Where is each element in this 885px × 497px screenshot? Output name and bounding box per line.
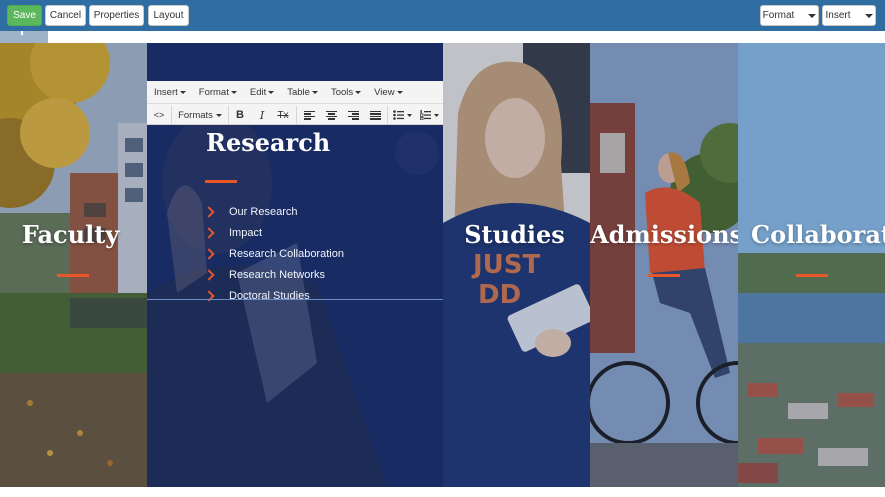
align-right-icon xyxy=(347,110,359,120)
chevron-down-icon xyxy=(311,90,318,94)
formats-dropdown[interactable]: Formats xyxy=(176,107,224,123)
accent-line xyxy=(648,274,680,277)
menu-insert[interactable]: Insert xyxy=(154,87,186,98)
panel-title-admissions: Admissions xyxy=(590,220,738,249)
research-link[interactable]: Our Research xyxy=(203,201,344,222)
layout-button[interactable]: Layout xyxy=(148,5,189,26)
menu-edit[interactable]: Edit xyxy=(250,87,275,98)
menu-view[interactable]: View xyxy=(374,87,403,98)
panel-collaboration[interactable]: Collaboratio xyxy=(738,43,885,487)
research-link[interactable]: Doctoral Studies xyxy=(203,285,344,306)
research-link[interactable]: Impact xyxy=(203,222,344,243)
italic-button[interactable]: I xyxy=(255,107,269,123)
chevron-down-icon xyxy=(230,90,237,94)
properties-button[interactable]: Properties xyxy=(89,5,144,26)
panel-title-collaboration: Collaboratio xyxy=(751,220,885,249)
chevron-down-icon xyxy=(179,90,186,94)
accent-line xyxy=(57,274,89,277)
editor-selection-line xyxy=(147,299,443,300)
toolbar-separator xyxy=(387,106,388,124)
chevron-right-icon xyxy=(203,205,215,218)
research-link[interactable]: Research Networks xyxy=(203,264,344,285)
chevron-down-icon xyxy=(355,90,362,94)
chevron-down-icon xyxy=(268,90,275,94)
editor-format-bar: <> Formats B I Tx xyxy=(147,103,443,125)
panel-title-faculty: Faculty xyxy=(21,220,120,249)
panel-title-studies: Studies xyxy=(464,220,565,249)
chevron-right-icon xyxy=(203,247,215,260)
research-link[interactable]: Research Collaboration xyxy=(203,243,344,264)
panel-overlay xyxy=(443,43,590,487)
research-links: Our Research Impact Research Collaborati… xyxy=(203,201,344,306)
panel-title-research: Research xyxy=(206,128,331,157)
panel-overlay xyxy=(590,43,738,487)
align-right-button[interactable] xyxy=(346,107,360,123)
source-code-button[interactable]: <> xyxy=(152,107,166,123)
accent-line xyxy=(205,180,237,183)
numbered-list-icon xyxy=(420,110,439,120)
clear-format-button[interactable]: Tx xyxy=(276,107,290,123)
chevron-right-icon xyxy=(203,268,215,281)
toolbar-separator xyxy=(296,106,297,124)
panel-studies[interactable]: JUST DD Studies xyxy=(443,43,590,487)
align-left-icon xyxy=(303,110,315,120)
cancel-button[interactable]: Cancel xyxy=(45,5,86,26)
bullet-list-icon xyxy=(393,110,412,120)
align-justify-button[interactable] xyxy=(368,107,382,123)
align-center-icon xyxy=(325,110,337,120)
chevron-down-icon xyxy=(215,113,222,117)
toolbar-separator xyxy=(171,106,172,124)
editor-menubar: Insert Format Edit Table Tools View xyxy=(147,81,443,103)
format-dropdown-label: Format xyxy=(762,10,795,21)
chevron-right-icon xyxy=(203,226,215,239)
inline-editor-toolbar: Insert Format Edit Table Tools View <> F… xyxy=(147,81,443,125)
menu-format[interactable]: Format xyxy=(199,87,237,98)
format-dropdown[interactable]: Format xyxy=(760,5,819,26)
bold-button[interactable]: B xyxy=(233,107,247,123)
section-handle[interactable] xyxy=(0,31,48,43)
align-justify-icon xyxy=(369,110,381,120)
align-center-button[interactable] xyxy=(324,107,338,123)
toolbar-separator xyxy=(228,106,229,124)
toolbar-divider xyxy=(0,31,885,43)
accent-line xyxy=(796,274,828,277)
save-button[interactable]: Save xyxy=(7,5,42,26)
chevron-down-icon xyxy=(808,13,817,18)
align-left-button[interactable] xyxy=(302,107,316,123)
panel-admissions[interactable]: Admissions xyxy=(590,43,738,487)
chevron-down-icon xyxy=(864,13,873,18)
insert-dropdown[interactable]: Insert xyxy=(822,5,876,26)
chevron-down-icon xyxy=(396,90,403,94)
panel-overlay xyxy=(0,43,147,487)
menu-table[interactable]: Table xyxy=(287,87,318,98)
menu-tools[interactable]: Tools xyxy=(331,87,362,98)
bullet-list-button[interactable] xyxy=(392,107,414,123)
panel-overlay xyxy=(738,43,885,487)
top-toolbar: Save Cancel Properties Layout Format Ins… xyxy=(0,0,885,31)
insert-dropdown-label: Insert xyxy=(825,10,851,21)
numbered-list-button[interactable] xyxy=(419,107,441,123)
panel-faculty[interactable]: Faculty xyxy=(0,43,147,487)
